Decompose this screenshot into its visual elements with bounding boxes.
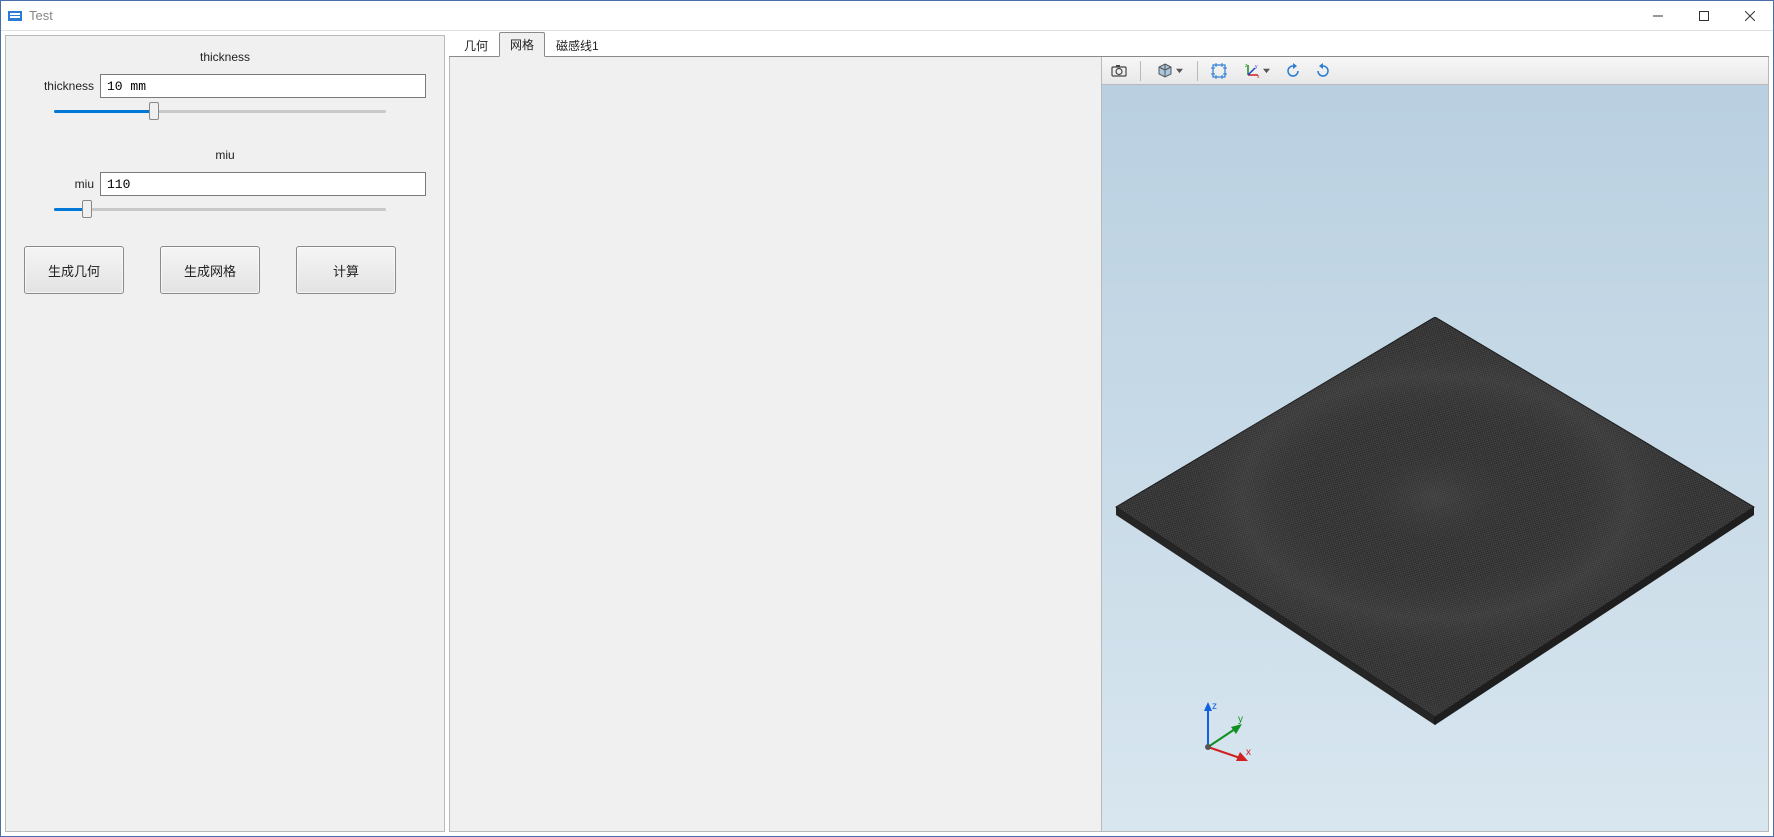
tab-geometry[interactable]: 几何	[453, 33, 499, 57]
fit-view-icon[interactable]	[1206, 59, 1232, 83]
miu-group-title: miu	[24, 148, 426, 162]
svg-text:z: z	[1212, 701, 1217, 712]
thickness-input[interactable]	[100, 74, 426, 98]
miu-slider[interactable]	[54, 200, 386, 218]
window-title: Test	[29, 8, 53, 23]
axis-orient-icon[interactable]: xyz	[1236, 59, 1276, 83]
svg-text:x: x	[1246, 747, 1251, 758]
svg-text:x: x	[1257, 74, 1260, 80]
camera-icon[interactable]	[1106, 59, 1132, 83]
client-area: thickness thickness miu miu 生成几何	[1, 31, 1773, 836]
action-buttons: 生成几何 生成网格 计算	[24, 246, 426, 294]
right-area: 几何 网格 磁感线1	[449, 35, 1769, 832]
tab-fieldline[interactable]: 磁感线1	[545, 33, 610, 57]
thickness-label: thickness	[24, 79, 94, 93]
tab-content: xyz	[449, 57, 1769, 832]
window-controls	[1635, 1, 1773, 31]
generate-mesh-button[interactable]: 生成网格	[160, 246, 260, 294]
parameter-panel: thickness thickness miu miu 生成几何	[5, 35, 445, 832]
thickness-slider[interactable]	[54, 102, 386, 120]
miu-field-row: miu	[24, 172, 426, 196]
svg-text:y: y	[1238, 714, 1243, 725]
rotate-right-icon[interactable]	[1310, 59, 1336, 83]
tabbar: 几何 网格 磁感线1	[449, 35, 1769, 57]
miu-label: miu	[24, 177, 94, 191]
thickness-field-row: thickness	[24, 74, 426, 98]
miu-input[interactable]	[100, 172, 426, 196]
view-toolbar: xyz	[1102, 57, 1768, 85]
calculate-button[interactable]: 计算	[296, 246, 396, 294]
titlebar: Test	[1, 1, 1773, 31]
svg-text:y: y	[1255, 64, 1258, 70]
minimize-button[interactable]	[1635, 1, 1681, 31]
content-blank	[450, 57, 1101, 831]
3d-viewport[interactable]: xyz	[1101, 57, 1768, 831]
thickness-group-title: thickness	[24, 50, 426, 64]
maximize-button[interactable]	[1681, 1, 1727, 31]
axis-triad: z y x	[1188, 697, 1258, 767]
app-icon	[7, 8, 23, 24]
generate-geometry-button[interactable]: 生成几何	[24, 246, 124, 294]
close-button[interactable]	[1727, 1, 1773, 31]
cube-view-icon[interactable]	[1149, 59, 1189, 83]
tab-mesh[interactable]: 网格	[499, 32, 545, 57]
mesh-surface	[1112, 317, 1759, 737]
rotate-left-icon[interactable]	[1280, 59, 1306, 83]
